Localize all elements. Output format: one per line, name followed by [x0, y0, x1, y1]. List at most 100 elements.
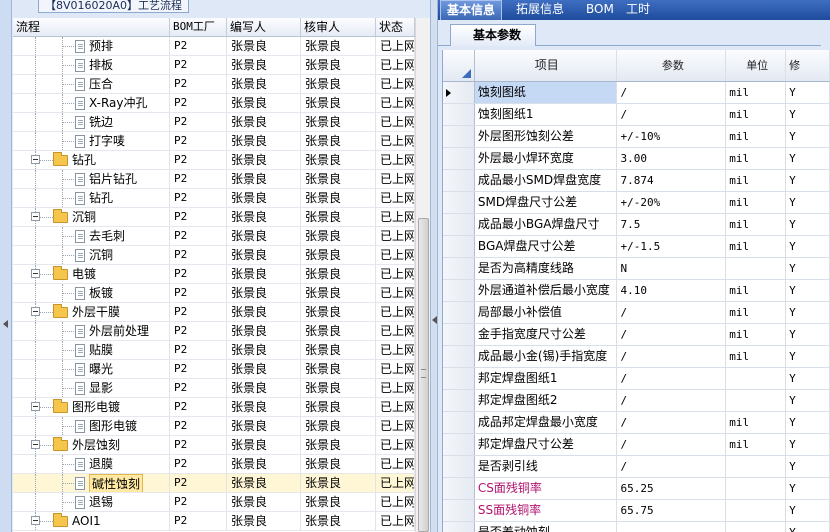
grid-cell-item[interactable]: 成品邦定焊盘最小宽度 — [475, 412, 617, 433]
grid-cell-item[interactable]: 蚀刻图纸1 — [475, 104, 617, 125]
row-selector[interactable] — [443, 346, 475, 367]
grid-row[interactable]: 邦定焊盘图纸1/ Y — [443, 368, 830, 390]
grid-row[interactable]: 局部最小补偿值 / mil Y — [443, 302, 830, 324]
col-header-checker[interactable]: 核审人 — [301, 18, 376, 36]
tree-row[interactable]: 预排 P2 张景良 张景良 已上网 — [13, 37, 415, 56]
grid-cell-item[interactable]: SS面残铜率 — [475, 500, 617, 521]
grid-cell-item[interactable]: 是否为高精度线路 — [475, 258, 617, 279]
row-selector[interactable] — [443, 126, 475, 147]
grid-cell-unit[interactable]: mil — [726, 126, 787, 147]
grid-cell-param[interactable]: +/-1.5 — [617, 236, 727, 257]
grid-cell-modify[interactable]: Y — [786, 236, 830, 257]
collapse-arrow-icon[interactable] — [432, 316, 437, 324]
row-selector[interactable] — [443, 368, 475, 389]
tree-row[interactable]: 退膜 P2 张景良 张景良 已上网 — [13, 455, 415, 474]
col-header-writer[interactable]: 编写人 — [227, 18, 301, 36]
grid-cell-param[interactable]: / — [617, 104, 727, 125]
grid-cell-param[interactable]: / — [617, 82, 727, 103]
tree-row[interactable]: 打字唛 P2 张景良 张景良 已上网 — [13, 132, 415, 151]
tree-row[interactable]: 退锡 P2 张景良 张景良 已上网 — [13, 493, 415, 512]
col-header-param[interactable]: 参数 — [617, 50, 727, 81]
grid-cell-unit[interactable] — [726, 390, 787, 411]
collapse-toggle-icon[interactable] — [31, 516, 40, 525]
grid-cell-unit[interactable]: mil — [726, 412, 787, 433]
grid-cell-unit[interactable]: mil — [726, 236, 787, 257]
tree-row[interactable]: 铣边 P2 张景良 张景良 已上网 — [13, 113, 415, 132]
grid-cell-unit[interactable] — [726, 522, 787, 532]
grid-row[interactable]: 邦定焊盘尺寸公差 / mil Y — [443, 434, 830, 456]
grid-cell-modify[interactable]: Y — [786, 412, 830, 433]
tab-work-hours[interactable]: 工时 — [626, 0, 650, 20]
grid-cell-item[interactable]: 成品最小BGA焊盘尺寸 — [475, 214, 617, 235]
tree-row[interactable]: 外层蚀刻 P2 张景良 张景良 已上网 — [13, 436, 415, 455]
tree-row[interactable]: 碱性蚀刻 P2 张景良 张景良 已上网 — [13, 474, 415, 493]
row-selector[interactable] — [443, 236, 475, 257]
grid-cell-unit[interactable] — [726, 500, 787, 521]
tree-row[interactable]: 钻孔 P2 张景良 张景良 已上网 — [13, 189, 415, 208]
grid-row[interactable]: 成品最小金(锡)手指宽度 / mil Y — [443, 346, 830, 368]
row-selector[interactable] — [443, 170, 475, 191]
grid-row[interactable]: 成品最小SMD焊盘宽度 7.874 mil Y — [443, 170, 830, 192]
grid-cell-modify[interactable]: Y — [786, 280, 830, 301]
grid-cell-modify[interactable]: Y — [786, 500, 830, 521]
grid-row[interactable]: 外层通道补偿后最小宽度 4.10 mil Y — [443, 280, 830, 302]
grid-cell-param[interactable]: 7.5 — [617, 214, 727, 235]
grid-row[interactable]: 外层最小焊环宽度 3.00 mil Y — [443, 148, 830, 170]
grid-row[interactable]: CS面残铜率 65.25 Y — [443, 478, 830, 500]
grid-cell-unit[interactable]: mil — [726, 148, 787, 169]
collapse-toggle-icon[interactable] — [31, 402, 40, 411]
row-selector[interactable] — [443, 302, 475, 323]
grid-cell-param[interactable]: / — [617, 412, 727, 433]
tree-row[interactable]: 沉铜 P2 张景良 张景良 已上网 — [13, 246, 415, 265]
row-selector[interactable] — [443, 324, 475, 345]
grid-cell-param[interactable]: 7.874 — [617, 170, 727, 191]
row-selector[interactable] — [443, 214, 475, 235]
row-selector[interactable] — [443, 412, 475, 433]
grid-cell-item[interactable]: BGA焊盘尺寸公差 — [475, 236, 617, 257]
tree-row[interactable]: 沉铜 P2 张景良 张景良 已上网 — [13, 208, 415, 227]
grid-cell-param[interactable]: / — [617, 324, 727, 345]
tree-row[interactable]: 电镀 P2 张景良 张景良 已上网 — [13, 265, 415, 284]
grid-cell-modify[interactable]: Y — [786, 522, 830, 532]
row-selector[interactable] — [443, 192, 475, 213]
grid-cell-item[interactable]: 外层最小焊环宽度 — [475, 148, 617, 169]
grid-row[interactable]: 邦定焊盘图纸2/ Y — [443, 390, 830, 412]
tree-row[interactable]: 压合 P2 张景良 张景良 已上网 — [13, 75, 415, 94]
grid-cell-modify[interactable]: Y — [786, 214, 830, 235]
row-selector[interactable] — [443, 82, 475, 103]
row-selector[interactable] — [443, 280, 475, 301]
grid-cell-param[interactable]: +/-10% — [617, 126, 727, 147]
grid-cell-param[interactable]: / — [617, 346, 727, 367]
col-header-item[interactable]: 项目 — [475, 50, 617, 81]
panel-splitter[interactable] — [430, 0, 438, 532]
collapse-toggle-icon[interactable] — [31, 269, 40, 278]
grid-cell-item[interactable]: 局部最小补偿值 — [475, 302, 617, 323]
row-selector[interactable] — [443, 434, 475, 455]
grid-cell-unit[interactable] — [726, 368, 787, 389]
grid-cell-modify[interactable]: Y — [786, 104, 830, 125]
grid-cell-param[interactable]: 65.75 — [617, 500, 727, 521]
grid-cell-param[interactable]: / — [617, 434, 727, 455]
grid-cell-modify[interactable]: Y — [786, 170, 830, 191]
grid-cell-modify[interactable]: Y — [786, 368, 830, 389]
grid-cell-unit[interactable]: mil — [726, 214, 787, 235]
grid-cell-modify[interactable]: Y — [786, 456, 830, 477]
tree-row[interactable]: 图形电镀 P2 张景良 张景良 已上网 — [13, 417, 415, 436]
grid-cell-modify[interactable]: Y — [786, 192, 830, 213]
collapse-toggle-icon[interactable] — [31, 155, 40, 164]
grid-cell-item[interactable]: 外层图形蚀刻公差 — [475, 126, 617, 147]
tree-row[interactable]: 外层干膜 P2 张景良 张景良 已上网 — [13, 303, 415, 322]
scrollbar-thumb[interactable] — [418, 218, 429, 532]
grid-cell-param[interactable]: 65.25 — [617, 478, 727, 499]
collapse-toggle-icon[interactable] — [31, 440, 40, 449]
grid-cell-param[interactable]: +/-20% — [617, 192, 727, 213]
row-selector[interactable] — [443, 522, 475, 532]
grid-cell-modify[interactable]: Y — [786, 148, 830, 169]
grid-cell-modify[interactable]: Y — [786, 434, 830, 455]
grid-cell-item[interactable]: 邦定焊盘图纸2 — [475, 390, 617, 411]
grid-cell-modify[interactable]: Y — [786, 346, 830, 367]
col-header-flow[interactable]: 流程 — [13, 18, 170, 36]
grid-cell-item[interactable]: 成品最小金(锡)手指宽度 — [475, 346, 617, 367]
grid-cell-item[interactable]: 蚀刻图纸 — [474, 82, 617, 103]
grid-cell-param[interactable]: 3.00 — [617, 148, 727, 169]
